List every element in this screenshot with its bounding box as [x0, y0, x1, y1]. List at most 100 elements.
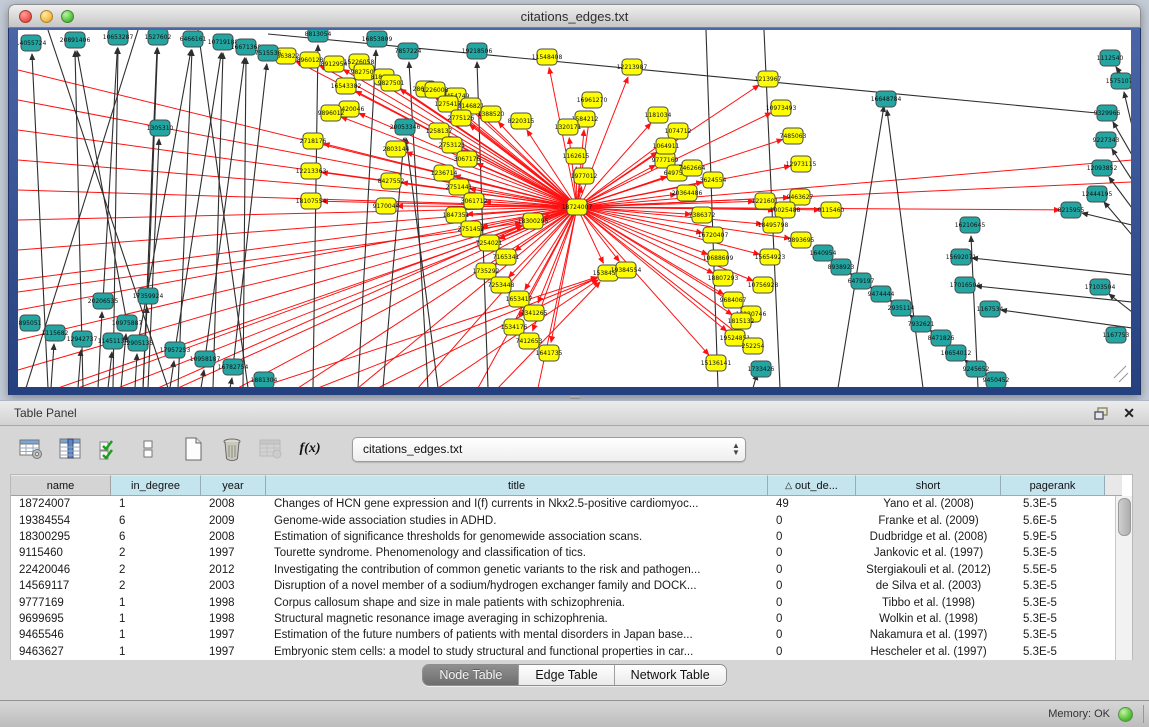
checkboxes-button[interactable]: [135, 436, 161, 462]
graph-node[interactable]: 9329966: [1094, 105, 1121, 121]
graph-node[interactable]: 15751074: [1106, 73, 1131, 89]
graph-node[interactable]: 1733426: [748, 361, 775, 377]
graph-node[interactable]: 8215955: [1058, 202, 1085, 218]
graph-node[interactable]: 1112540: [1097, 50, 1124, 66]
column-header-pagerank[interactable]: pagerank: [1001, 475, 1105, 496]
graph-node[interactable]: 1115682: [42, 325, 69, 341]
graph-node[interactable]: 18107554: [296, 193, 327, 209]
graph-node[interactable]: 8427552: [378, 173, 405, 189]
tab-edge-table[interactable]: Edge Table: [519, 665, 614, 685]
graph-node[interactable]: 7515536: [255, 45, 282, 61]
column-header-title[interactable]: title: [266, 475, 768, 496]
graph-node[interactable]: 9893695: [788, 232, 815, 248]
graph-node[interactable]: 8960128: [297, 52, 324, 68]
graph-node[interactable]: 9684067: [720, 292, 747, 308]
graph-node[interactable]: 1162615: [563, 148, 590, 164]
table-row[interactable]: 911546021997Tourette syndrome. Phenomeno…: [11, 545, 1132, 561]
graph-node[interactable]: 20053346: [390, 119, 421, 135]
graph-node[interactable]: 18495798: [758, 217, 789, 233]
close-window-button[interactable]: [19, 10, 32, 23]
column-header-out_de[interactable]: △out_de...: [768, 475, 856, 496]
graph-node[interactable]: 7857224: [395, 43, 422, 59]
column-header-year[interactable]: year: [201, 475, 266, 496]
graph-node[interactable]: 10958187: [190, 351, 221, 367]
graph-node[interactable]: 1977012: [571, 168, 598, 184]
graph-node[interactable]: 9115460: [818, 202, 845, 218]
graph-node[interactable]: 9896012: [318, 105, 345, 121]
selection-checks-button[interactable]: [96, 436, 122, 462]
tab-node-table[interactable]: Node Table: [423, 665, 519, 685]
table-row[interactable]: 946362711997Embryonic stem cells: a mode…: [11, 644, 1132, 660]
float-panel-icon[interactable]: [1094, 407, 1109, 420]
table-row[interactable]: 2242004622012Investigating the contribut…: [11, 562, 1132, 578]
graph-node[interactable]: 1181034: [645, 107, 672, 123]
graph-node[interactable]: 7932621: [908, 316, 935, 332]
graph-node[interactable]: 7412653: [516, 333, 543, 349]
table-row[interactable]: 1938455462009Genome-wide association stu…: [11, 512, 1132, 528]
graph-node[interactable]: 3067176: [454, 151, 481, 167]
graph-node[interactable]: 2803144: [383, 141, 410, 157]
delete-columns-button[interactable]: [219, 436, 245, 462]
graph-node[interactable]: 17103504: [1085, 279, 1116, 295]
graph-node[interactable]: 8471826: [928, 330, 955, 346]
column-header-name[interactable]: name: [11, 475, 111, 496]
graph-node[interactable]: 252254: [742, 338, 765, 354]
select-columns-button[interactable]: [57, 436, 83, 462]
new-column-button[interactable]: [180, 436, 206, 462]
table-row[interactable]: 1872400712008Changes of HCN gene express…: [11, 496, 1132, 512]
graph-node[interactable]: 7254021: [476, 235, 503, 251]
graph-node[interactable]: 2775126: [448, 110, 475, 126]
graph-node[interactable]: 7341265: [521, 305, 548, 321]
graph-node[interactable]: 8938923: [828, 259, 855, 275]
graph-node[interactable]: 1640954: [810, 245, 837, 261]
graph-node[interactable]: 9227343: [1093, 132, 1120, 148]
table-row[interactable]: 946554611997Estimation of the future num…: [11, 627, 1132, 643]
graph-node[interactable]: 1074712: [665, 123, 692, 139]
graph-node[interactable]: 1167534: [977, 301, 1004, 317]
graph-node[interactable]: 1641735: [536, 345, 563, 361]
column-header-in_degree[interactable]: in_degree: [111, 475, 201, 496]
graph-node[interactable]: 9450452: [983, 372, 1010, 387]
graph-node[interactable]: 12213363: [296, 163, 327, 179]
graph-node[interactable]: 10654012: [941, 345, 972, 361]
graph-node[interactable]: 3061712: [461, 193, 488, 209]
graph-node[interactable]: 1815132: [728, 313, 755, 329]
graph-node[interactable]: 7462664: [679, 160, 706, 176]
table-selector-dropdown[interactable]: citations_edges.txt ▲▼: [352, 437, 746, 462]
graph-node[interactable]: 9170044: [373, 198, 400, 214]
table-settings-button[interactable]: [18, 436, 44, 462]
graph-node[interactable]: 8220315: [508, 113, 535, 129]
graph-node[interactable]: 1305310: [147, 120, 174, 136]
graph-node[interactable]: 1167753: [1103, 327, 1130, 343]
graph-node[interactable]: 2718176: [300, 133, 327, 149]
graph-node[interactable]: 16210645: [955, 217, 986, 233]
graph-node[interactable]: 1388520: [478, 106, 505, 122]
graph-node[interactable]: 15136141: [701, 355, 732, 371]
graph-node[interactable]: 20891406: [60, 32, 91, 48]
function-builder-button[interactable]: f(x): [297, 436, 323, 462]
graph-node[interactable]: 10653287: [103, 30, 134, 45]
graph-node[interactable]: 12942737: [67, 331, 98, 347]
graph-node[interactable]: 16853809: [362, 31, 393, 47]
graph-node[interactable]: 1527602: [145, 30, 172, 45]
vertical-scrollbar[interactable]: [1115, 496, 1132, 660]
graph-node[interactable]: 9827501: [378, 75, 405, 91]
graph-node[interactable]: 1881304: [251, 372, 278, 387]
graph-node[interactable]: 6466161: [180, 31, 207, 47]
graph-node[interactable]: 9474444: [868, 286, 895, 302]
graph-node[interactable]: 14055724: [18, 35, 46, 51]
table-row[interactable]: 1456911722003Disruption of a novel membe…: [11, 578, 1132, 594]
network-window-titlebar[interactable]: citations_edges.txt: [8, 4, 1141, 28]
graph-node[interactable]: 895051: [19, 315, 42, 331]
graph-node[interactable]: 12213987: [617, 59, 648, 75]
table-row[interactable]: 969969511998Structural magnetic resonanc…: [11, 611, 1132, 627]
graph-node[interactable]: 10688609: [703, 250, 734, 266]
graph-node[interactable]: 17359924: [133, 288, 164, 304]
graph-node[interactable]: 16961270: [577, 92, 608, 108]
graph-node[interactable]: 17957253: [160, 342, 191, 358]
table-row[interactable]: 977716911998Corpus callosum shape and si…: [11, 594, 1132, 610]
graph-node[interactable]: 3624554: [700, 172, 727, 188]
scrollbar-thumb[interactable]: [1118, 498, 1131, 536]
graph-node[interactable]: 11548408: [532, 49, 563, 65]
minimize-window-button[interactable]: [40, 10, 53, 23]
